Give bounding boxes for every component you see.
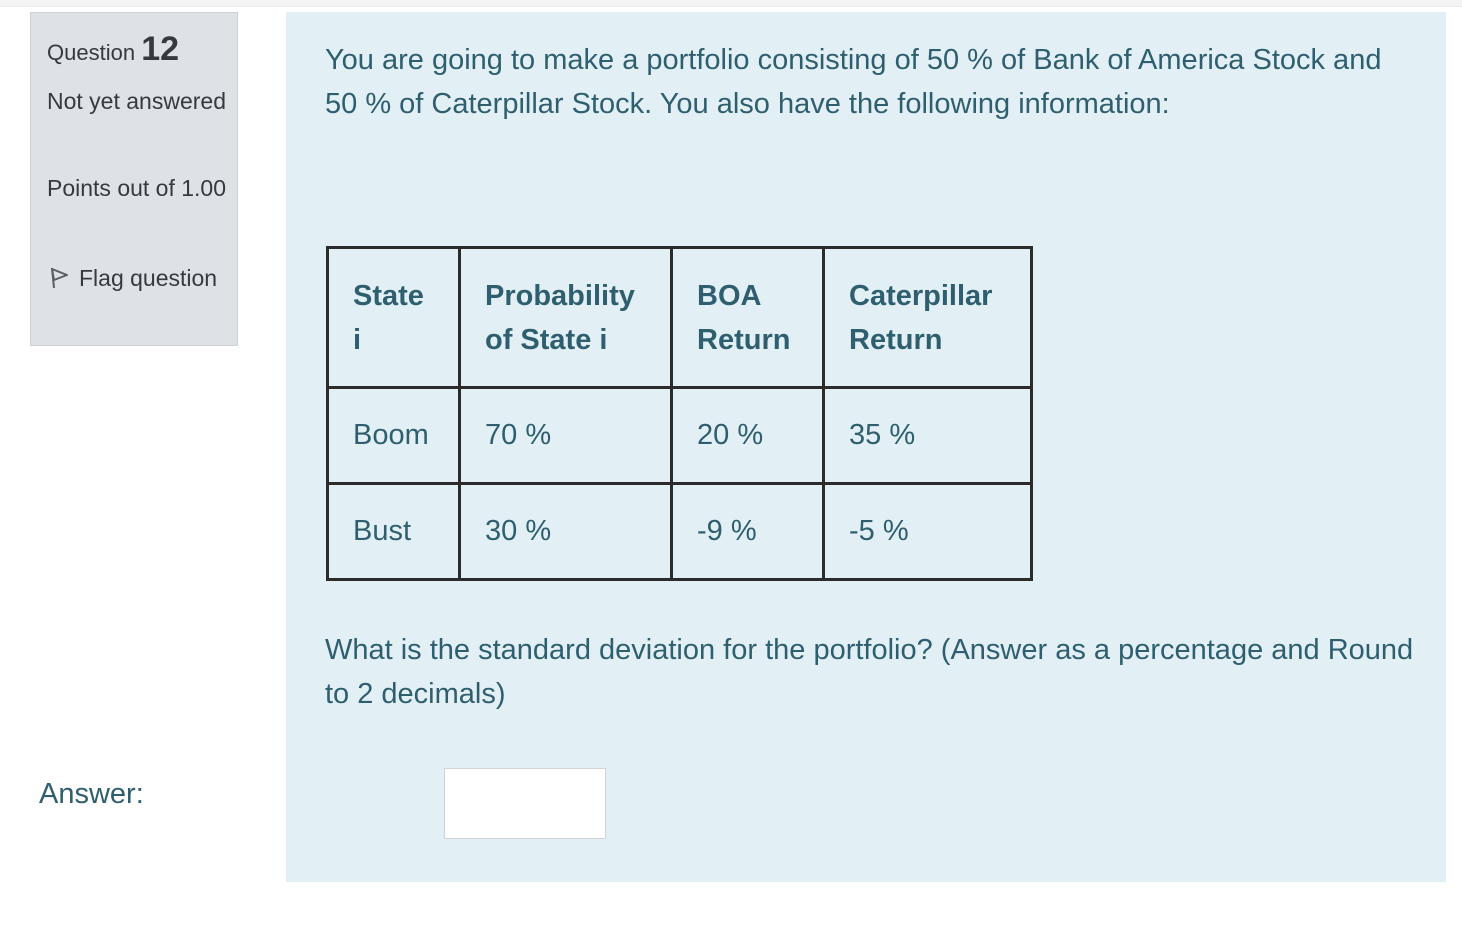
answer-label: Answer: (39, 778, 144, 810)
column-header: Probability of State i (458, 246, 673, 389)
flag-question-button[interactable]: Flag question (47, 260, 227, 296)
question-content: You are going to make a portfolio consis… (286, 12, 1446, 882)
column-header: BOA Return (670, 246, 825, 389)
flag-question-label: Flag question (79, 265, 218, 291)
question-number-value: 12 (141, 30, 180, 68)
table-header-row: State i Probability of State i BOA Retur… (326, 246, 1033, 389)
top-border (0, 0, 1462, 7)
question-info-panel: Question 12 Not yet answered Points out … (30, 12, 238, 346)
question-number: Question 12 (47, 31, 179, 71)
question-label: Question (47, 40, 136, 65)
table-cell: 20 % (670, 386, 825, 485)
flag-icon (47, 265, 79, 291)
table-cell: 35 % (822, 386, 1033, 485)
table-cell: -9 % (670, 482, 825, 581)
answer-input[interactable] (444, 768, 606, 839)
table-cell: 70 % (458, 386, 673, 485)
question-prompt: What is the standard deviation for the p… (325, 634, 1414, 710)
column-header: Caterpillar Return (822, 246, 1033, 389)
table-cell: 30 % (458, 482, 673, 581)
question-state: Not yet answered (47, 88, 226, 114)
scenario-table: State i Probability of State i BOA Retur… (326, 246, 1033, 581)
column-header: State i (326, 246, 461, 389)
question-intro-text: You are going to make a portfolio consis… (325, 44, 1382, 120)
table-cell: Boom (326, 386, 461, 485)
question-grade: Points out of 1.00 (47, 175, 227, 201)
table-cell: -5 % (822, 482, 1033, 581)
table-row: Bust 30 % -9 % -5 % (326, 482, 1033, 581)
table-cell: Bust (326, 482, 461, 581)
table-row: Boom 70 % 20 % 35 % (326, 386, 1033, 485)
